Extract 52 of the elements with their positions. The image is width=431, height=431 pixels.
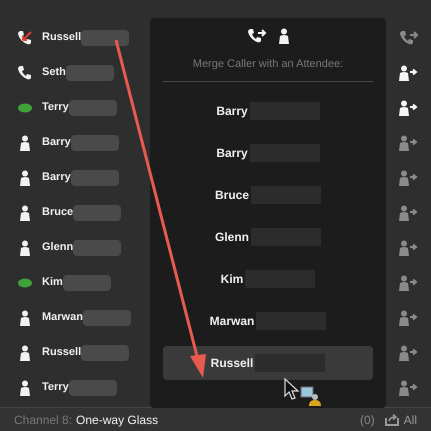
person-icon <box>279 28 289 44</box>
filter-all-button[interactable]: All <box>404 410 417 428</box>
person-icon <box>20 134 30 150</box>
add-attendee-icon[interactable] <box>399 100 419 116</box>
contact-name[interactable]: Kim <box>42 274 63 291</box>
contact-name[interactable]: Terry <box>42 99 69 116</box>
contact-name[interactable]: Glenn <box>42 239 74 256</box>
mouse-cursor-icon <box>284 378 300 400</box>
missed-call-icon <box>17 30 33 46</box>
transfer-call-icon[interactable] <box>247 28 267 44</box>
attendee-option[interactable]: Bruce <box>178 178 358 212</box>
chat-icon <box>18 278 32 288</box>
redaction-bar <box>66 64 114 80</box>
redaction-bar <box>70 134 119 150</box>
add-attendee-icon[interactable] <box>399 64 419 80</box>
redaction-bar <box>68 100 117 116</box>
person-icon <box>20 170 30 186</box>
person-icon <box>20 380 30 396</box>
contact-name[interactable]: Marwan <box>42 309 83 326</box>
contact-name[interactable]: Barry <box>42 134 71 151</box>
contact-name[interactable]: Seth <box>42 64 66 81</box>
chat-icon <box>18 102 32 112</box>
person-icon <box>20 310 30 326</box>
contact-name[interactable]: Bruce <box>42 204 74 221</box>
contact-name[interactable]: Russell <box>42 344 82 361</box>
attendee-option[interactable]: Russell <box>163 346 373 380</box>
channel-name: One-way Glass <box>76 412 158 428</box>
export-icon[interactable] <box>384 413 399 426</box>
person-icon <box>20 344 30 360</box>
person-icon <box>20 204 30 220</box>
redaction-bar <box>82 310 131 326</box>
redaction-bar <box>73 240 122 256</box>
contact-name[interactable]: Russell <box>42 29 82 46</box>
contact-name[interactable]: Terry <box>42 379 69 396</box>
attendee-option[interactable]: Marwan <box>178 304 358 338</box>
channel-label: Channel 8: <box>14 412 72 428</box>
redaction-bar <box>70 170 119 186</box>
redaction-bar <box>62 274 111 290</box>
redaction-bar <box>81 344 130 360</box>
attendee-option[interactable]: Barry <box>178 94 358 128</box>
merge-title: Merge Caller with an Attendee: <box>192 57 344 72</box>
attendee-option[interactable]: Barry <box>178 136 358 170</box>
computer-user-icon <box>300 386 322 406</box>
attendee-option[interactable]: Glenn <box>178 220 358 254</box>
phone-icon <box>17 64 33 80</box>
count-label: (0) <box>360 412 375 428</box>
contact-name[interactable]: Barry <box>42 169 71 186</box>
redaction-bar <box>81 30 130 46</box>
redaction-bar <box>73 204 122 220</box>
redaction-bar <box>68 380 117 396</box>
person-icon <box>20 240 30 256</box>
attendee-option[interactable]: Kim <box>178 262 358 296</box>
